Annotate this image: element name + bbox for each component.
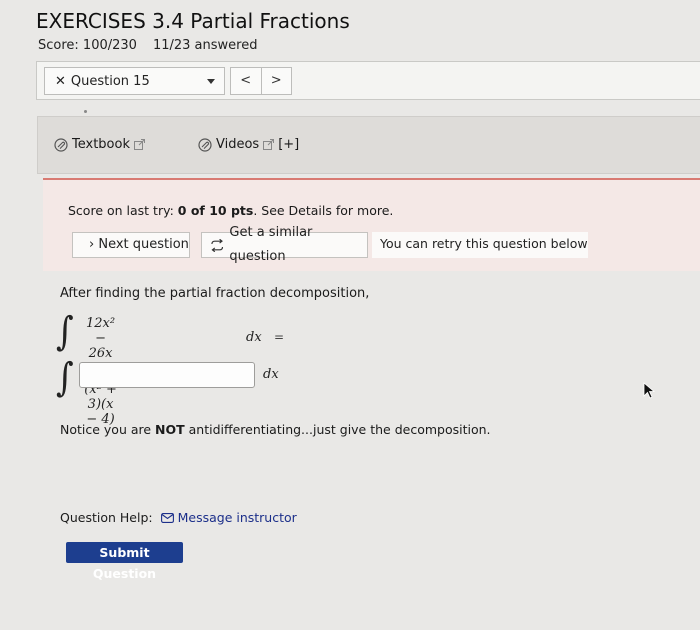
question-pager: < > <box>230 67 292 95</box>
last-try-panel: Score on last try: 0 of 10 pts. See Deta… <box>43 178 700 271</box>
mouse-cursor-icon <box>643 382 656 399</box>
similar-question-label: Get a similar question <box>229 225 313 264</box>
question-help: Question Help: Message instructor <box>60 510 297 525</box>
integral-sign-icon: ∫ <box>56 309 74 355</box>
last-try-points: 0 of 10 pts <box>177 203 254 218</box>
question-select[interactable]: ✕ Question 15 <box>44 67 225 95</box>
decomposition-answer-input[interactable] <box>79 362 255 388</box>
videos-link[interactable]: Videos [+] <box>198 137 299 152</box>
answered-count: 11/23 answered <box>152 38 258 53</box>
envelope-icon <box>160 512 174 523</box>
answer-dx: dx <box>263 367 279 382</box>
next-question-label: Next question <box>98 237 189 252</box>
videos-expand-toggle[interactable]: [+] <box>278 137 299 152</box>
retry-note: You can retry this question below <box>372 232 588 258</box>
previous-question-button[interactable]: < <box>231 68 261 94</box>
textbook-label: Textbook <box>72 137 130 152</box>
integral-sign-icon: ∫ <box>56 355 74 401</box>
integrand-dx: dx <box>246 330 262 345</box>
score-text: Score: 100/230 <box>38 38 137 53</box>
textbook-link[interactable]: Textbook <box>54 137 145 152</box>
divider-dot <box>84 110 87 113</box>
answer-integral: ∫ dx <box>56 355 279 401</box>
score-summary: Score: 100/230 11/23 answered <box>38 38 257 53</box>
question-nav-bar: ✕ Question 15 < > <box>36 61 700 100</box>
refresh-icon <box>211 238 224 252</box>
integral-expression: ∫ 12x² − 26x + 7 (x² + 3)(x − 4) dx = <box>56 309 284 427</box>
last-try-suffix: . See Details for more. <box>253 203 394 218</box>
next-question-button[interactable]: › Next question <box>72 232 190 258</box>
notice-prefix: Notice you are <box>60 422 156 437</box>
external-link-icon <box>133 139 145 150</box>
similar-question-button[interactable]: Get a similar question <box>201 225 368 264</box>
question-select-label: Question 15 <box>70 74 150 89</box>
external-link-icon <box>263 139 275 150</box>
videos-label: Videos <box>216 137 260 152</box>
last-try-score: Score on last try: 0 of 10 pts. See Deta… <box>68 203 393 218</box>
notice-suffix: antidifferentiating...just give the deco… <box>184 422 491 437</box>
question-prompt: After finding the partial fraction decom… <box>60 286 370 301</box>
equals-sign: = <box>274 330 285 344</box>
notice-emphasis: NOT <box>155 422 185 437</box>
question-help-label: Question Help: <box>60 510 153 525</box>
paperclip-icon <box>198 137 212 152</box>
message-instructor-label: Message instructor <box>177 510 297 525</box>
page-title: EXERCISES 3.4 Partial Fractions <box>36 9 350 33</box>
resources-panel: Textbook Videos [+] <box>37 116 700 174</box>
paperclip-icon <box>54 137 68 152</box>
submit-question-button[interactable]: Submit Question <box>66 542 183 581</box>
last-try-prefix: Score on last try: <box>68 203 178 218</box>
dropdown-caret-icon <box>207 79 215 84</box>
incorrect-x-icon: ✕ <box>55 74 66 89</box>
next-question-arrow-button[interactable]: > <box>260 68 292 94</box>
message-instructor-link[interactable]: Message instructor <box>160 510 297 525</box>
notice-text: Notice you are NOT antidifferentiating..… <box>60 422 491 437</box>
chevron-right-icon: › <box>89 237 95 252</box>
